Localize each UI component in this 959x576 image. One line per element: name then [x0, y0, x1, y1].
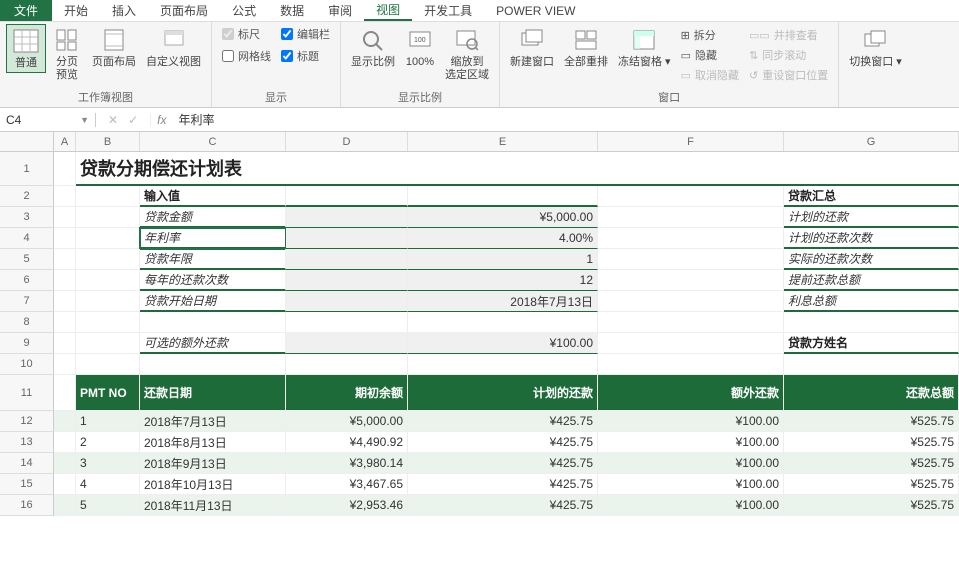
row-4[interactable]: 4 — [0, 228, 54, 249]
chevron-down-icon: ▼ — [80, 115, 89, 125]
resetpos-button: ↺重设窗口位置 — [745, 66, 832, 84]
group-zoom-label: 显示比例 — [347, 87, 493, 107]
switch-window-button[interactable]: 切换窗口 ▾ — [845, 24, 906, 71]
resetpos-icon: ↺ — [749, 69, 758, 82]
row-2[interactable]: 2 — [0, 186, 54, 207]
col-A[interactable]: A — [54, 132, 76, 151]
tab-developer[interactable]: 开发工具 — [412, 0, 484, 21]
unhide-icon: ▭ — [681, 69, 691, 82]
newwindow-icon — [517, 26, 547, 54]
row-11[interactable]: 11 — [0, 375, 54, 411]
name-box[interactable]: C4 ▼ — [0, 113, 96, 127]
new-window-button[interactable]: 新建窗口 — [506, 24, 558, 71]
col-G[interactable]: G — [784, 132, 959, 151]
group-show-label: 显示 — [218, 87, 334, 107]
col-E[interactable]: E — [408, 132, 598, 151]
row-6[interactable]: 6 — [0, 270, 54, 291]
freeze-icon — [629, 26, 659, 54]
th-opening[interactable]: 期初余额 — [286, 375, 408, 411]
row-14[interactable]: 14 — [0, 453, 54, 474]
row-1[interactable]: 1 — [0, 152, 54, 186]
split-icon: ⊞ — [681, 29, 690, 42]
th-pmtno[interactable]: PMT NO — [76, 375, 140, 411]
formula-input[interactable]: 年利率 — [172, 111, 959, 128]
magnifier-icon — [358, 26, 388, 54]
tab-review[interactable]: 审阅 — [316, 0, 364, 21]
view-pagebreak-button[interactable]: 分页 预览 — [48, 24, 86, 84]
chk-gridlines[interactable]: 网格线 — [218, 46, 275, 66]
select-all-corner[interactable] — [0, 132, 54, 151]
customview-icon — [159, 26, 189, 54]
summary-section-head[interactable]: 贷款汇总 — [784, 186, 959, 207]
input-section-head[interactable]: 输入值 — [140, 186, 286, 207]
col-F[interactable]: F — [598, 132, 784, 151]
tab-powerview[interactable]: POWER VIEW — [484, 0, 587, 21]
row-13[interactable]: 13 — [0, 432, 54, 453]
syncscroll-button: ⇅同步滚动 — [745, 46, 832, 64]
tab-home[interactable]: 开始 — [52, 0, 100, 21]
arrange-all-button[interactable]: 全部重排 — [560, 24, 612, 71]
group-workbookviews-label: 工作簿视图 — [6, 87, 205, 107]
row-10[interactable]: 10 — [0, 354, 54, 375]
zoom100-icon: 100 — [405, 26, 435, 54]
split-button[interactable]: ⊞拆分 — [677, 26, 743, 44]
th-scheduled[interactable]: 计划的还款 — [408, 375, 598, 411]
col-D[interactable]: D — [286, 132, 408, 151]
hide-icon: ▭ — [681, 49, 691, 62]
row-3[interactable]: 3 — [0, 207, 54, 228]
view-normal-button[interactable]: 普通 — [6, 24, 46, 73]
chk-headings[interactable]: 标题 — [277, 46, 334, 66]
arrange-icon — [571, 26, 601, 54]
switchwindow-icon — [860, 26, 890, 54]
th-total[interactable]: 还款总额 — [784, 375, 959, 411]
file-tab[interactable]: 文件 — [0, 0, 52, 21]
page-title[interactable]: 贷款分期偿还计划表 — [76, 152, 959, 186]
th-date[interactable]: 还款日期 — [140, 375, 286, 411]
sidebyside-button: ▭▭并排查看 — [745, 26, 832, 44]
chk-ruler[interactable]: 标尺 — [218, 24, 275, 44]
tab-data[interactable]: 数据 — [268, 0, 316, 21]
zoom-button[interactable]: 显示比例 — [347, 24, 399, 71]
sidebyside-icon: ▭▭ — [749, 29, 770, 42]
row-9[interactable]: 9 — [0, 333, 54, 354]
enter-icon[interactable]: ✓ — [128, 113, 138, 127]
view-custom-button[interactable]: 自定义视图 — [142, 24, 205, 71]
pagelayout-icon — [99, 26, 129, 54]
row-5[interactable]: 5 — [0, 249, 54, 270]
svg-text:100: 100 — [414, 37, 426, 44]
freeze-panes-button[interactable]: 冻结窗格 ▾ — [614, 24, 675, 71]
grid-icon — [11, 27, 41, 55]
row-16[interactable]: 16 — [0, 495, 54, 516]
selected-cell[interactable]: 年利率 — [140, 228, 286, 249]
row-12[interactable]: 12 — [0, 411, 54, 432]
view-pagelayout-button[interactable]: 页面布局 — [88, 24, 140, 71]
zoomselect-icon — [452, 26, 482, 54]
tab-pagelayout[interactable]: 页面布局 — [148, 0, 220, 21]
col-B[interactable]: B — [76, 132, 140, 151]
row-8[interactable]: 8 — [0, 312, 54, 333]
zoom100-button[interactable]: 100 100% — [401, 24, 439, 71]
syncscroll-icon: ⇅ — [749, 49, 758, 62]
group-window-label: 窗口 — [506, 87, 832, 107]
row-7[interactable]: 7 — [0, 291, 54, 312]
unhide-button: ▭取消隐藏 — [677, 66, 743, 84]
col-C[interactable]: C — [140, 132, 286, 151]
tab-formulas[interactable]: 公式 — [220, 0, 268, 21]
cancel-icon[interactable]: ✕ — [108, 113, 118, 127]
hide-button[interactable]: ▭隐藏 — [677, 46, 743, 64]
tab-insert[interactable]: 插入 — [100, 0, 148, 21]
fx-icon[interactable]: fx — [151, 113, 172, 127]
zoom-selection-button[interactable]: 缩放到 选定区域 — [441, 24, 493, 84]
pagebreak-icon — [52, 26, 82, 54]
chk-formulabar[interactable]: 编辑栏 — [277, 24, 334, 44]
tab-view[interactable]: 视图 — [364, 0, 412, 21]
row-15[interactable]: 15 — [0, 474, 54, 495]
th-extra[interactable]: 额外还款 — [598, 375, 784, 411]
